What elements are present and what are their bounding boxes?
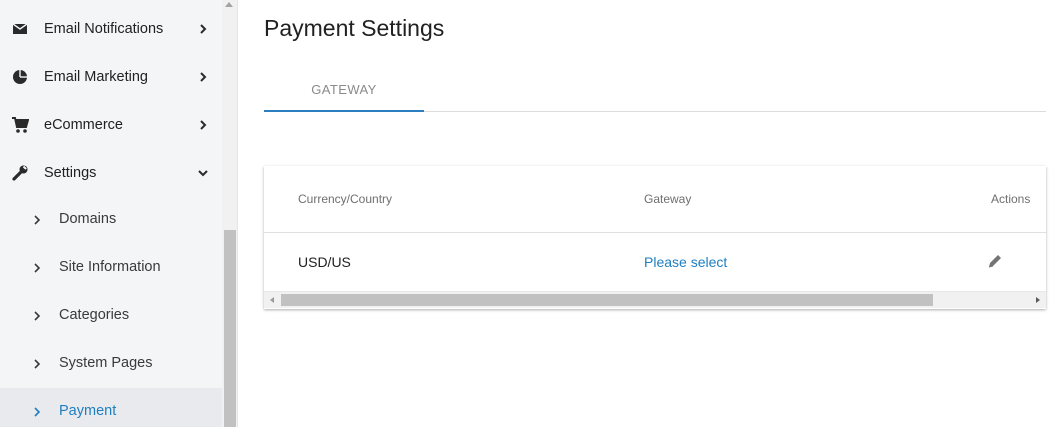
nav-item-email-notifications[interactable]: Email Notifications [0,5,222,53]
sidebar-item-site-information[interactable]: Site Information [0,244,222,292]
pie-chart-icon [10,67,30,87]
nav-label: Email Marketing [44,69,148,85]
chevron-down-icon [196,166,210,180]
sidebar-item-label: Payment [59,403,117,419]
page-title: Payment Settings [264,15,445,41]
sidebar-item-label: Site Information [59,259,161,275]
sidebar-item-label: Categories [59,307,130,323]
currency-country-cell: USD/US [298,254,351,270]
scroll-up-arrow-icon[interactable] [225,2,233,7]
chevron-right-icon [30,405,44,419]
tab-bar: GATEWAY [264,70,1046,112]
chevron-right-icon [196,22,210,36]
tab-gateway[interactable]: GATEWAY [264,70,424,112]
sidebar-item-label: System Pages [59,355,153,371]
chevron-right-icon [196,118,210,132]
horizontal-scrollbar-thumb[interactable] [281,294,933,306]
column-header-gateway: Gateway [644,192,692,206]
nav-label: eCommerce [44,117,123,133]
cart-icon [10,115,30,135]
chevron-right-icon [30,261,44,275]
chevron-right-icon [30,213,44,227]
nav-item-email-marketing[interactable]: Email Marketing [0,53,222,101]
scrollbar-thumb[interactable] [224,230,236,427]
sidebar-item-system-pages[interactable]: System Pages [0,340,222,388]
row-divider [264,232,1046,233]
scroll-left-arrow-icon[interactable] [270,297,274,303]
pencil-icon[interactable] [986,252,1004,270]
wrench-icon [10,163,30,183]
chevron-right-icon [30,357,44,371]
gateway-select-link[interactable]: Please select [644,254,727,270]
chevron-right-icon [30,309,44,323]
scroll-right-arrow-icon[interactable] [1036,297,1040,303]
nav-label: Email Notifications [44,21,164,37]
column-header-actions: Actions [991,192,1031,206]
column-header-currency-country: Currency/Country [298,192,393,206]
nav-item-ecommerce[interactable]: eCommerce [0,101,222,149]
sidebar-item-payment[interactable]: Payment [0,388,222,427]
nav-item-settings[interactable]: Settings [0,149,222,197]
sidebar-item-label: Domains [59,211,117,227]
gateway-table-card: Currency/Country Gateway Actions USD/US … [264,166,1046,309]
envelope-icon [10,19,30,39]
nav-label: Settings [44,165,97,181]
chevron-right-icon [196,70,210,84]
sidebar: Email Notifications Email Marketing eCom… [0,0,222,427]
horizontal-scrollbar[interactable] [264,291,1046,308]
sidebar-item-domains[interactable]: Domains [0,196,222,244]
sidebar-item-categories[interactable]: Categories [0,292,222,340]
sidebar-scrollbar[interactable] [222,0,238,427]
